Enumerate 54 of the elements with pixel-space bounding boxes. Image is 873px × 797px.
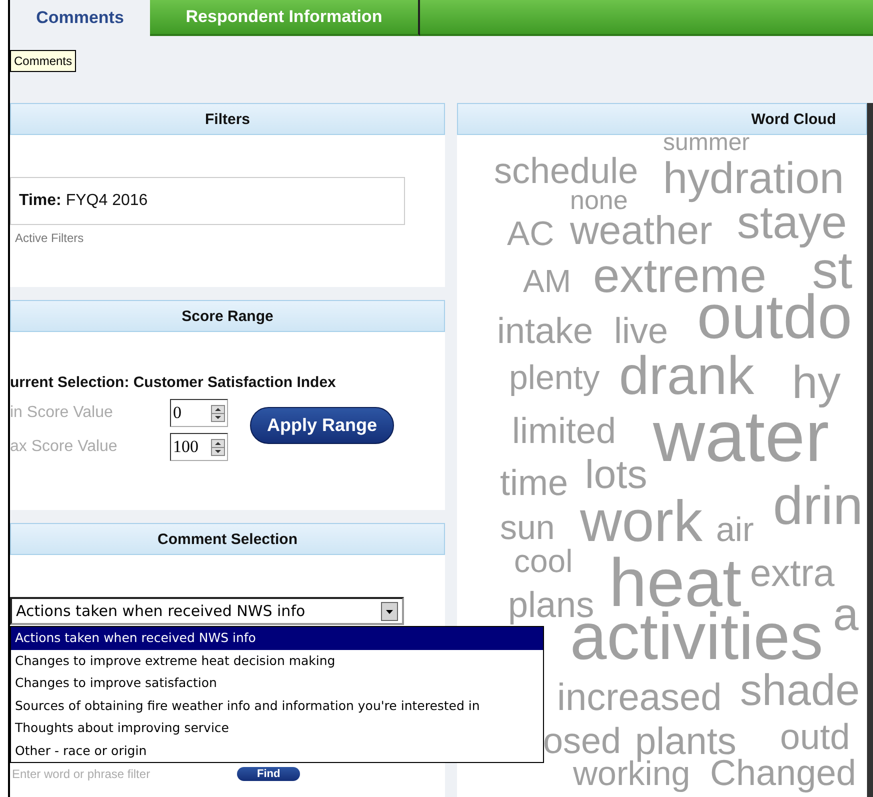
cloud-word[interactable]: sun bbox=[500, 511, 555, 545]
current-selection-text: urrent Selection: Customer Satisfaction Index bbox=[10, 374, 337, 391]
tab[interactable]: Respondent Information bbox=[150, 0, 420, 36]
dropdown-option[interactable]: Thoughts about improving service bbox=[11, 717, 543, 740]
cloud-word[interactable]: increased bbox=[557, 679, 722, 717]
panel-header: Word Cloud bbox=[457, 103, 867, 135]
cloud-word[interactable]: extreme bbox=[593, 253, 766, 301]
cloud-word[interactable]: outd bbox=[780, 719, 850, 755]
cloud-word[interactable]: time bbox=[500, 465, 568, 501]
cloud-word[interactable]: weather bbox=[570, 211, 712, 251]
cloud-word[interactable]: AC bbox=[507, 217, 554, 251]
spin-field[interactable]: 0 bbox=[170, 399, 228, 427]
cloud-word[interactable]: extra bbox=[750, 555, 834, 593]
cloud-word[interactable]: work bbox=[580, 493, 702, 551]
panel-header: Filters bbox=[10, 103, 445, 135]
active-filters-text: Active Filters bbox=[14, 231, 85, 245]
find-button[interactable]: Find bbox=[237, 767, 300, 781]
field-label: ax Score Value bbox=[10, 438, 118, 456]
tooltip: Comments bbox=[10, 50, 76, 72]
cloud-word[interactable]: staye bbox=[737, 199, 847, 245]
cloud-word[interactable]: lots bbox=[585, 455, 648, 495]
cloud-word[interactable]: a bbox=[833, 591, 859, 637]
cloud-word[interactable]: intake bbox=[497, 313, 594, 349]
dropdown-option[interactable]: Changes to improve satisfaction bbox=[11, 672, 543, 694]
apply-range-button[interactable]: Apply Range bbox=[250, 406, 394, 444]
dropdown-option[interactable]: Other - race or origin bbox=[11, 740, 543, 762]
field-label: in Score Value bbox=[10, 404, 114, 422]
filter-text: Time: FYQ4 2016 bbox=[19, 192, 148, 210]
cloud-word[interactable]: shade bbox=[740, 669, 860, 713]
spinner-icon[interactable] bbox=[211, 438, 225, 456]
cloud-word[interactable]: AM bbox=[523, 265, 571, 297]
cloud-word[interactable]: plenty bbox=[509, 361, 600, 395]
spinner-icon[interactable] bbox=[211, 404, 225, 422]
dropdown-option[interactable]: Changes to improve extreme heat decision making bbox=[11, 650, 543, 672]
panel-header: Comment Selection bbox=[10, 523, 445, 555]
cloud-word[interactable]: summer bbox=[663, 135, 750, 155]
dropdown-option[interactable]: Sources of obtaining fire weather info and information you're interested in bbox=[11, 694, 543, 717]
cloud-word[interactable]: cool bbox=[514, 545, 573, 577]
cloud-word[interactable]: hy bbox=[792, 359, 841, 405]
spin-field[interactable]: 100 bbox=[170, 433, 228, 461]
cloud-word[interactable]: drin bbox=[773, 479, 864, 533]
panel-header: Score Range bbox=[10, 300, 445, 332]
cloud-word[interactable]: st bbox=[812, 245, 852, 297]
cloud-word[interactable]: hydration bbox=[663, 157, 844, 201]
cloud-word[interactable]: live bbox=[614, 313, 668, 349]
comment-select[interactable]: Actions taken when received NWS info bbox=[10, 597, 404, 625]
cloud-word[interactable]: plants bbox=[635, 723, 736, 761]
cloud-word[interactable]: drank bbox=[619, 349, 754, 403]
cloud-word[interactable]: limited bbox=[512, 413, 616, 449]
cloud-word[interactable]: none bbox=[570, 187, 628, 213]
cloud-word[interactable]: osed bbox=[543, 723, 622, 759]
cloud-word[interactable]: air bbox=[716, 513, 754, 547]
cloud-word[interactable]: schedule bbox=[494, 153, 638, 189]
dropdown-option[interactable]: Actions taken when received NWS info bbox=[11, 627, 543, 650]
